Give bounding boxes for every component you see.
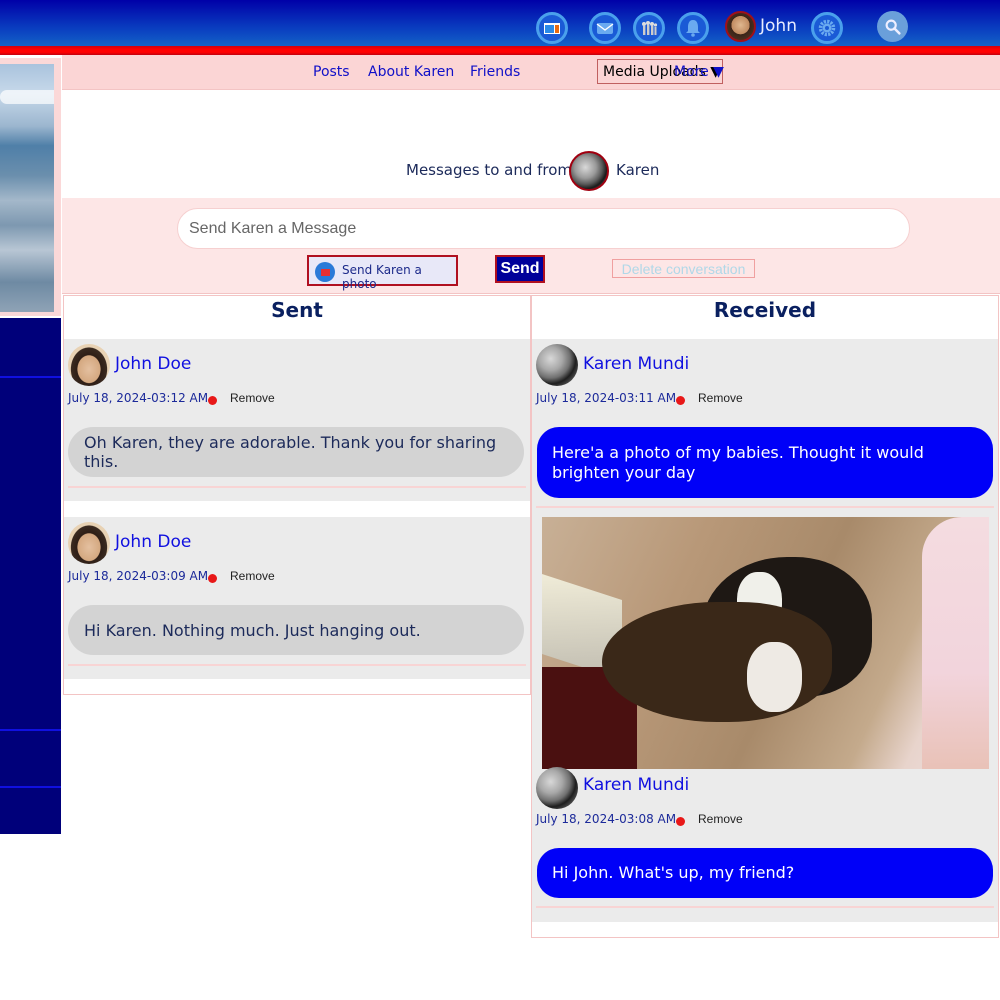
message-item: John Doe July 18, 2024-03:12 AM Remove O…: [64, 339, 530, 501]
reaction-icon[interactable]: [208, 396, 217, 405]
author-avatar[interactable]: [536, 767, 578, 809]
message-divider: [68, 664, 526, 666]
dashboard-icon: [544, 23, 560, 34]
reaction-icon[interactable]: [676, 817, 685, 826]
sidebar-divider: [0, 376, 61, 378]
remove-message-link[interactable]: Remove: [230, 391, 275, 405]
message-item: John Doe July 18, 2024-03:09 AM Remove H…: [64, 517, 530, 679]
send-button[interactable]: Send: [495, 255, 545, 283]
message-timestamp: July 18, 2024-03:08 AM: [536, 812, 677, 826]
user-name[interactable]: John: [760, 16, 797, 36]
user-avatar[interactable]: [725, 11, 756, 42]
search-icon: [885, 19, 901, 35]
settings-button[interactable]: [811, 12, 843, 44]
search-button[interactable]: [877, 11, 908, 42]
nav-friends[interactable]: Friends: [470, 64, 520, 80]
notifications-button[interactable]: [677, 12, 709, 44]
message-photo-attachment[interactable]: [542, 517, 989, 769]
author-avatar[interactable]: [536, 344, 578, 386]
upload-photo-icon: [315, 262, 335, 282]
sidebar-nav: [0, 318, 61, 834]
compose-area: Send Karen a photo Send Delete conversat…: [62, 198, 1000, 294]
author-name[interactable]: John Doe: [115, 532, 191, 552]
message-bubble: Hi Karen. Nothing much. Just hanging out…: [68, 605, 524, 655]
mail-icon: [596, 23, 614, 34]
sidebar-divider: [0, 729, 61, 731]
top-header: John: [0, 0, 1000, 48]
message-input[interactable]: [177, 208, 910, 249]
photo-dog: [602, 602, 832, 722]
contact-name[interactable]: Karen: [616, 161, 659, 179]
header-accent-bar: [0, 46, 1000, 55]
received-column: Received Karen Mundi July 18, 2024-03:11…: [531, 295, 999, 938]
message-bubble: Here'a a photo of my babies. Thought it …: [537, 427, 993, 498]
groups-button[interactable]: [633, 12, 665, 44]
message-timestamp: July 18, 2024-03:12 AM: [68, 391, 209, 405]
profile-subnav: Posts About Karen Friends Media Uploads …: [62, 55, 1000, 90]
message-divider: [68, 486, 526, 488]
message-timestamp: July 18, 2024-03:11 AM: [536, 391, 677, 405]
reaction-icon[interactable]: [208, 574, 217, 583]
send-photo-button[interactable]: Send Karen a photo: [307, 255, 458, 291]
remove-message-link[interactable]: Remove: [230, 569, 275, 583]
author-name[interactable]: Karen Mundi: [583, 354, 689, 374]
received-heading: Received: [713, 298, 817, 322]
sent-column: Sent John Doe July 18, 2024-03:12 AM Rem…: [63, 295, 531, 695]
photo-person: [922, 517, 989, 769]
groups-icon: [642, 21, 658, 35]
author-name[interactable]: John Doe: [115, 354, 191, 374]
message-divider: [536, 506, 994, 508]
dashboard-button[interactable]: [536, 12, 568, 44]
message-bubble: Oh Karen, they are adorable. Thank you f…: [68, 427, 524, 477]
reaction-icon[interactable]: [676, 396, 685, 405]
message-divider: [536, 906, 994, 908]
delete-conversation-button[interactable]: Delete conversation: [612, 259, 755, 278]
message-item: Karen Mundi July 18, 2024-03:08 AM Remov…: [532, 767, 998, 922]
sidebar-divider: [0, 786, 61, 788]
send-photo-label: Send Karen a photo: [342, 263, 422, 291]
cover-photo-cloud: [0, 90, 54, 104]
nav-posts[interactable]: Posts: [313, 64, 350, 80]
message-timestamp: July 18, 2024-03:09 AM: [68, 569, 209, 583]
message-bubble: Hi John. What's up, my friend?: [537, 848, 993, 898]
messages-button[interactable]: [589, 12, 621, 44]
remove-message-link[interactable]: Remove: [698, 812, 743, 826]
contact-avatar[interactable]: [569, 151, 609, 191]
settings-icon: [818, 19, 836, 37]
nav-more-dropdown[interactable]: More ▼: [674, 64, 724, 80]
author-avatar[interactable]: [68, 344, 110, 386]
conversation-title: Messages to and from:: [406, 161, 578, 179]
message-item: Karen Mundi July 18, 2024-03:11 AM Remov…: [532, 339, 998, 769]
sent-heading: Sent: [271, 298, 323, 322]
nav-about[interactable]: About Karen: [368, 64, 454, 80]
author-name[interactable]: Karen Mundi: [583, 775, 689, 795]
remove-message-link[interactable]: Remove: [698, 391, 743, 405]
bell-icon: [686, 20, 700, 37]
author-avatar[interactable]: [68, 522, 110, 564]
